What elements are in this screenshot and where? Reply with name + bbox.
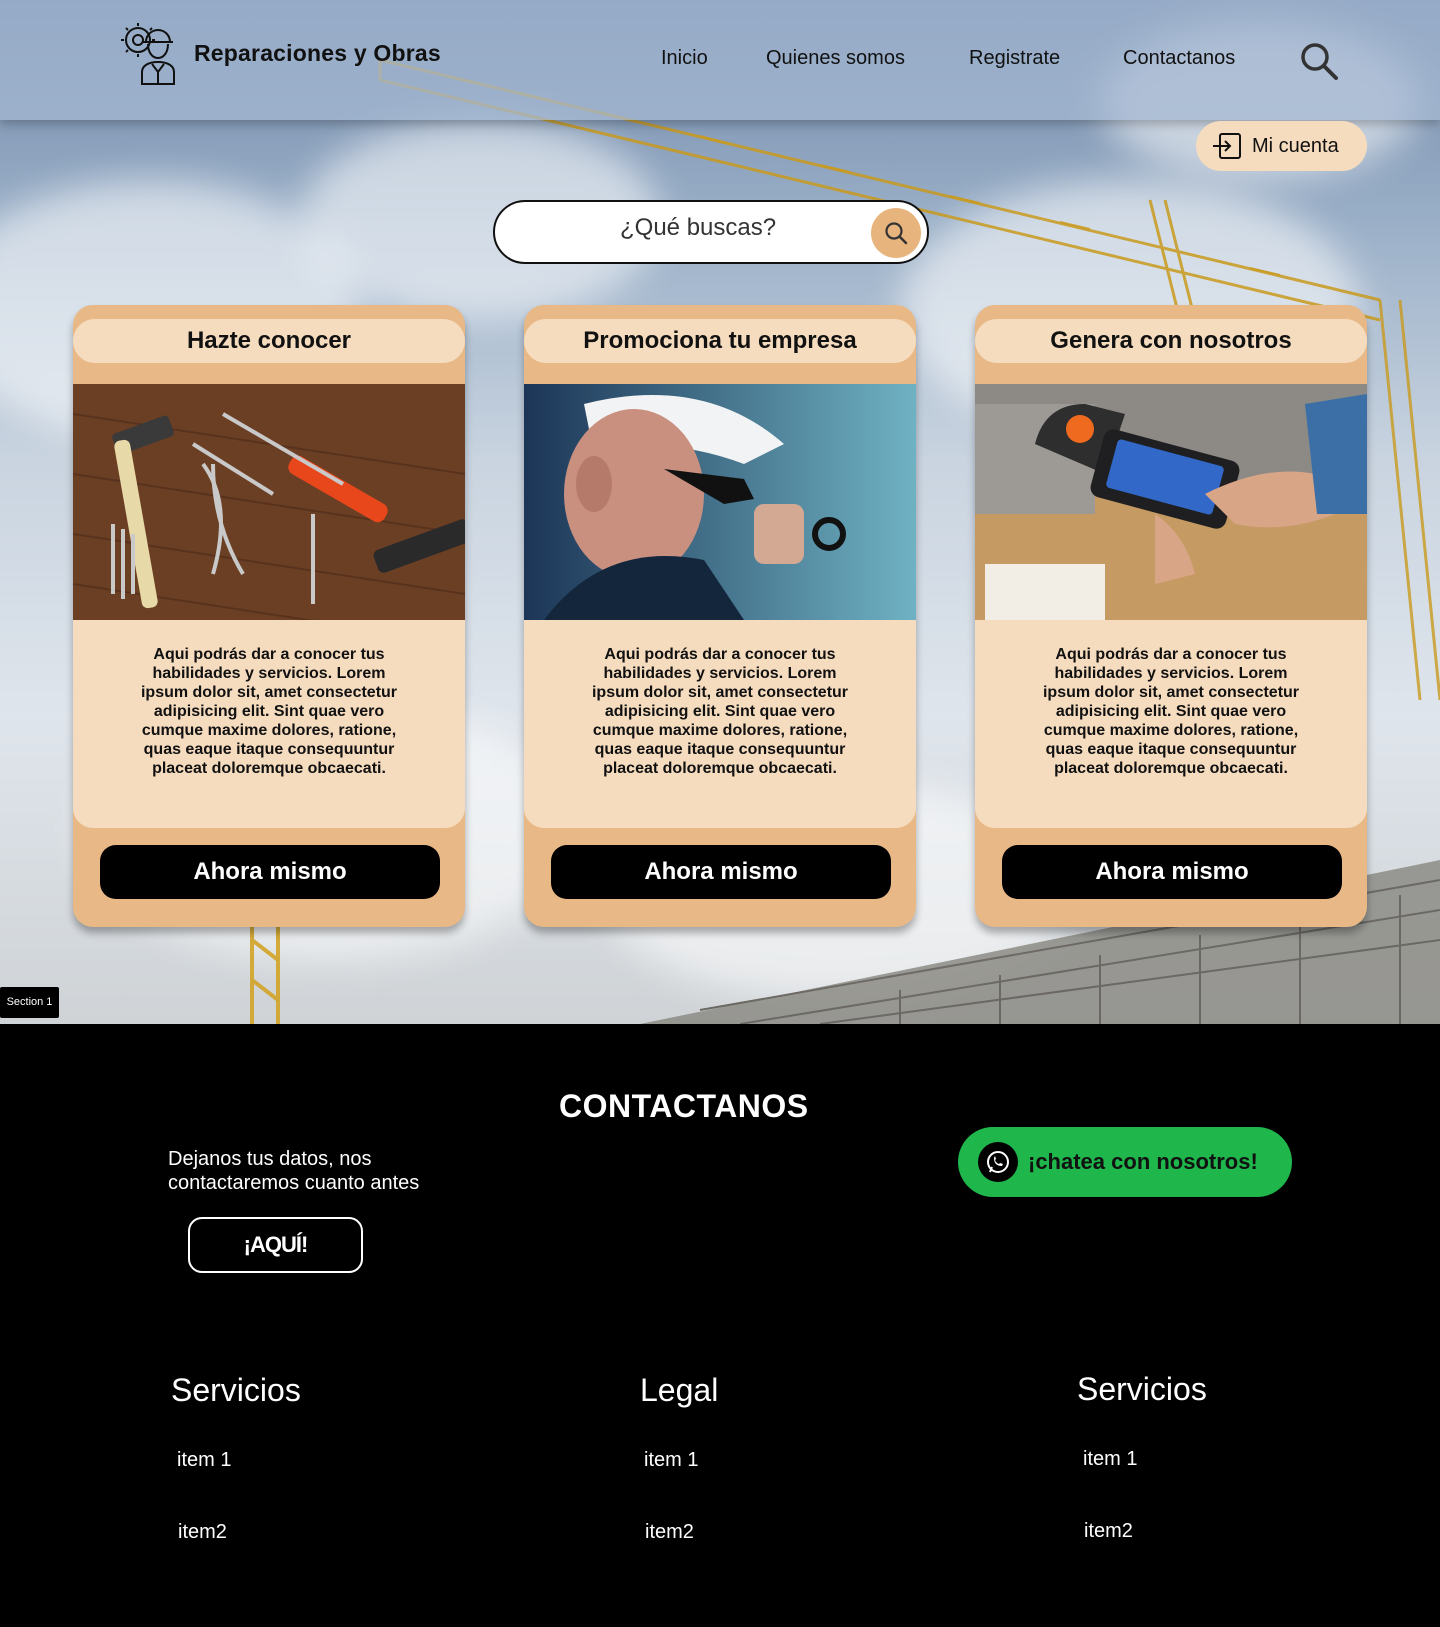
- my-account-button[interactable]: Mi cuenta: [1196, 121, 1367, 171]
- whatsapp-icon: [978, 1142, 1018, 1182]
- top-navbar: Reparaciones y Obras Inicio Quienes somo…: [0, 0, 1440, 120]
- whatsapp-chat-button[interactable]: ¡chatea con nosotros!: [958, 1127, 1292, 1197]
- nav-quienes-somos[interactable]: Quienes somos: [766, 47, 905, 70]
- nav-contactanos[interactable]: Contactanos: [1123, 47, 1235, 70]
- footer-col-title-legal: Legal: [640, 1372, 719, 1408]
- contact-text: Dejanos tus datos, nos contactaremos cua…: [168, 1148, 420, 1194]
- footer-col-title-servicios: Servicios: [171, 1372, 301, 1408]
- footer-col-title-servicios-2: Servicios: [1077, 1371, 1207, 1407]
- contact-title: CONTACTANOS: [559, 1088, 809, 1124]
- card-description: Aqui podrás dar a conocer tus habilidade…: [73, 620, 465, 828]
- card-description: Aqui podrás dar a conocer tus habilidade…: [975, 620, 1367, 828]
- card-title: Promociona tu empresa: [524, 319, 916, 363]
- footer: CONTACTANOS Dejanos tus datos, nos conta…: [0, 1024, 1440, 1627]
- brand[interactable]: Reparaciones y Obras: [120, 20, 441, 86]
- footer-link[interactable]: item2: [178, 1521, 227, 1544]
- worker-gear-logo-icon: [121, 23, 175, 85]
- card-genera-con-nosotros: Genera con nosotros Aqui podrás dar a co…: [975, 305, 1367, 927]
- search-placeholder: ¿Qué buscas?: [620, 214, 777, 241]
- footer-link[interactable]: item 1: [1083, 1448, 1137, 1471]
- footer-link[interactable]: item2: [645, 1521, 694, 1544]
- search-icon: [885, 222, 908, 245]
- card-promociona-tu-empresa: Promociona tu empresa Aqui podrás dar a …: [524, 305, 916, 927]
- card-cta-button[interactable]: Ahora mismo: [100, 845, 440, 899]
- payment-terminal-image: [975, 384, 1367, 620]
- card-title: Hazte conocer: [73, 319, 465, 363]
- nav-registrate[interactable]: Registrate: [969, 47, 1060, 70]
- search-input[interactable]: ¿Qué buscas?: [493, 200, 929, 264]
- footer-link[interactable]: item2: [1084, 1520, 1133, 1543]
- my-account-label: Mi cuenta: [1252, 134, 1339, 157]
- whatsapp-label: ¡chatea con nosotros!: [1028, 1149, 1258, 1174]
- nav-inicio[interactable]: Inicio: [661, 47, 708, 70]
- footer-link[interactable]: item 1: [644, 1449, 698, 1472]
- aqui-button[interactable]: ¡AQUÍ!: [188, 1217, 363, 1273]
- electrician-image: [524, 384, 916, 620]
- tools-image: [73, 384, 465, 620]
- card-description: Aqui podrás dar a conocer tus habilidade…: [524, 620, 916, 828]
- card-title: Genera con nosotros: [975, 319, 1367, 363]
- section-label: Section 1: [0, 987, 59, 1018]
- footer-link[interactable]: item 1: [177, 1449, 231, 1472]
- card-cta-button[interactable]: Ahora mismo: [551, 845, 891, 899]
- search-submit-button[interactable]: [871, 208, 921, 258]
- search-icon[interactable]: [1298, 40, 1340, 82]
- brand-name: Reparaciones y Obras: [194, 39, 441, 66]
- login-icon: [1213, 133, 1241, 159]
- card-hazte-conocer: Hazte conocer Aqui podrás dar a conocer …: [73, 305, 465, 927]
- card-cta-button[interactable]: Ahora mismo: [1002, 845, 1342, 899]
